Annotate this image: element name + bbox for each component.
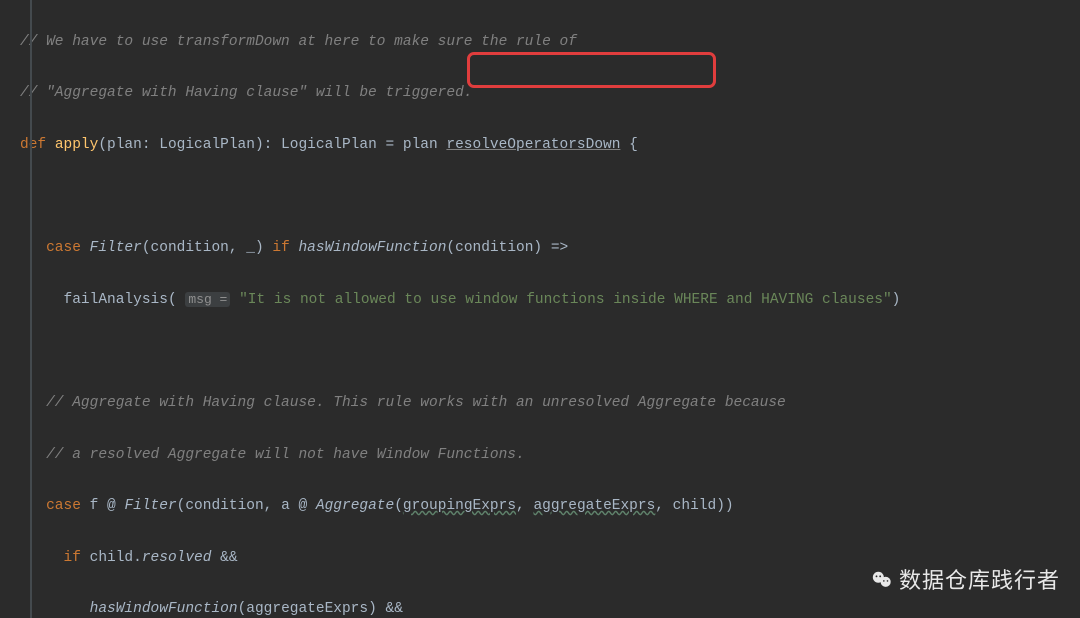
wechat-icon (871, 569, 893, 591)
type-filter: Filter (90, 240, 142, 256)
comment: // Aggregate with Having clause. This ru… (46, 395, 786, 411)
param-hint-msg: msg = (185, 292, 230, 307)
code-line (20, 339, 1080, 365)
code-line: hasWindowFunction(aggregateExprs) && (20, 597, 1080, 618)
keyword-if: if (64, 550, 81, 566)
code-line: def apply(plan: LogicalPlan): LogicalPla… (20, 133, 1080, 159)
comment: // We have to use transformDown at here … (20, 34, 577, 50)
comment: // "Aggregate with Having clause" will b… (20, 85, 472, 101)
type-filter: Filter (124, 498, 176, 514)
brace: { (620, 137, 637, 153)
code-block: // We have to use transformDown at here … (0, 0, 1080, 618)
fn-resolveOperatorsDown: resolveOperatorsDown (446, 137, 620, 153)
indent-guide (30, 0, 32, 618)
signature: (plan: LogicalPlan): LogicalPlan = plan (98, 137, 446, 153)
keyword-case: case (46, 498, 81, 514)
code-line: case Filter(condition, _) if hasWindowFu… (20, 236, 1080, 262)
code-line: failAnalysis( msg = "It is not allowed t… (20, 288, 1080, 314)
fn-hasWindowFunction: hasWindowFunction (90, 601, 238, 617)
keyword-if: if (272, 240, 289, 256)
type-aggregate: Aggregate (316, 498, 394, 514)
fn-apply: apply (55, 137, 99, 153)
prop-resolved: resolved (142, 550, 212, 566)
var-groupingExprs: groupingExprs (403, 498, 516, 514)
code-line: // "Aggregate with Having clause" will b… (20, 81, 1080, 107)
code-line: // a resolved Aggregate will not have Wi… (20, 443, 1080, 469)
string-literal: "It is not allowed to use window functio… (239, 292, 892, 308)
wechat-icon-svg (871, 569, 893, 591)
watermark-text: 数据仓库践行者 (899, 561, 1060, 600)
fn-hasWindowFunction: hasWindowFunction (298, 240, 446, 256)
code-line: // We have to use transformDown at here … (20, 30, 1080, 56)
code-line (20, 185, 1080, 211)
comment: // a resolved Aggregate will not have Wi… (46, 447, 525, 463)
code-line: case f @ Filter(condition, a @ Aggregate… (20, 494, 1080, 520)
var-aggregateExprs: aggregateExprs (533, 498, 655, 514)
keyword-case: case (46, 240, 81, 256)
watermark: 数据仓库践行者 (871, 561, 1060, 600)
code-line: // Aggregate with Having clause. This ru… (20, 391, 1080, 417)
fn-failAnalysis: failAnalysis (64, 292, 168, 308)
keyword-def: def (20, 137, 46, 153)
